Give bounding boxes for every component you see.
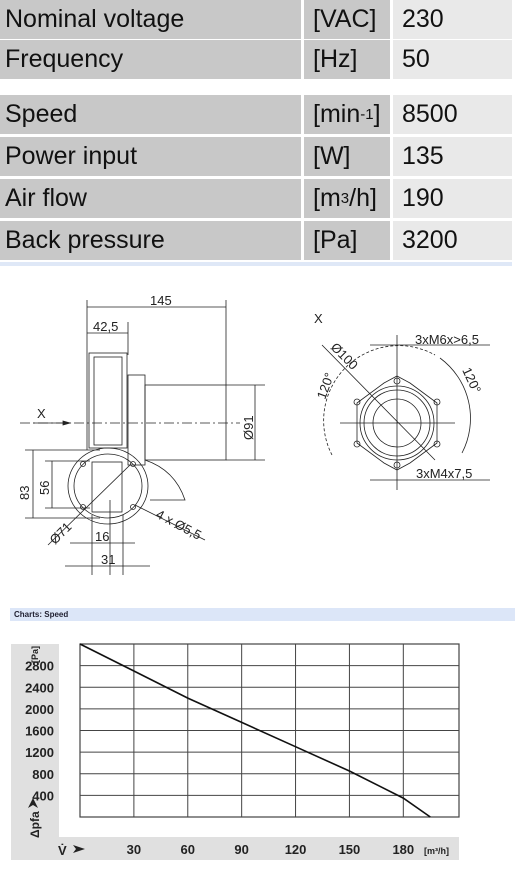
y-tick-label: 400: [32, 788, 54, 803]
x-tick-label: 120: [285, 842, 307, 857]
technical-drawing: 145 42,5 X Ø91 83 56 Ø71 16 31 4 x Ø5,5 …: [17, 293, 490, 575]
spec-value: 135: [393, 137, 512, 176]
dim-42-5: 42,5: [93, 319, 118, 334]
dim-31: 31: [101, 552, 115, 567]
table-divider: [0, 262, 512, 266]
unit-end: /h]: [349, 184, 377, 212]
holes-label: 4 x Ø5,5: [154, 506, 204, 542]
spec-unit: [W]: [304, 137, 390, 176]
pressure-flow-chart: 30 60 90 120 150 1804008001200160020002400280…: [11, 643, 460, 860]
y-label: Δpfa: [28, 811, 42, 838]
view-x-label: X: [314, 311, 323, 326]
unit-base: [m: [313, 184, 341, 212]
x-tick-label: 90: [234, 842, 248, 857]
spec-value: 230: [393, 0, 512, 39]
x-unit: [m³/h]: [424, 846, 449, 856]
dim-145: 145: [150, 293, 172, 308]
unit-sup: -1: [360, 106, 374, 123]
spec-label: Nominal voltage: [0, 0, 301, 39]
spec-row: Power input [W] 135: [0, 137, 512, 176]
dim-83: 83: [17, 486, 32, 500]
y-tick-label: 800: [32, 767, 54, 782]
spec-value: 190: [393, 179, 512, 218]
x-label: V̇: [58, 843, 67, 858]
spec-label: Air flow: [0, 179, 301, 218]
dim-16: 16: [95, 529, 109, 544]
spec-label: Back pressure: [0, 221, 301, 260]
angle-left: 120°: [314, 371, 337, 401]
thread-m6-label: 3xM6x>6,5: [415, 332, 479, 347]
dim-91: Ø91: [241, 415, 256, 440]
axis-x-label: X: [37, 406, 46, 421]
y-unit: [Pa]: [30, 646, 40, 663]
spec-row: Frequency [Hz] 50: [0, 40, 512, 79]
y-tick-label: 1600: [25, 724, 54, 739]
spec-unit: [min -1]: [304, 95, 390, 134]
y-tick-label: 2000: [25, 702, 54, 717]
x-tick-label: 60: [181, 842, 195, 857]
spec-value: 3200: [393, 221, 512, 260]
angle-right: 120°: [459, 365, 484, 396]
spec-unit: [m 3/h]: [304, 179, 390, 218]
x-tick-label: 180: [392, 842, 414, 857]
spec-row: Back pressure [Pa] 3200: [0, 221, 512, 260]
spec-label: Speed: [0, 95, 301, 134]
spec-unit: [VAC]: [304, 0, 390, 39]
spec-unit: [Hz]: [304, 40, 390, 79]
spec-row: Speed [min -1] 8500: [0, 95, 512, 134]
spec-row: Air flow [m 3/h] 190: [0, 179, 512, 218]
dim-56: 56: [37, 481, 52, 495]
spec-label: Power input: [0, 137, 301, 176]
x-tick-label: 150: [339, 842, 361, 857]
spec-value: 50: [393, 40, 512, 79]
unit-base: [min: [313, 100, 361, 128]
y-tick-label: 1200: [25, 745, 54, 760]
spec-label: Frequency: [0, 40, 301, 79]
y-tick-label: 2400: [25, 680, 54, 695]
spec-value: 8500: [393, 95, 512, 134]
spec-row: Nominal voltage [VAC] 230: [0, 0, 512, 39]
thread-m4-label: 3xM4x7,5: [416, 466, 472, 481]
unit-sup: 3: [340, 190, 350, 207]
chart-title: Charts: Speed: [10, 608, 515, 621]
x-tick-label: 30: [127, 842, 141, 857]
spec-unit: [Pa]: [304, 221, 390, 260]
unit-end: ]: [373, 100, 381, 128]
